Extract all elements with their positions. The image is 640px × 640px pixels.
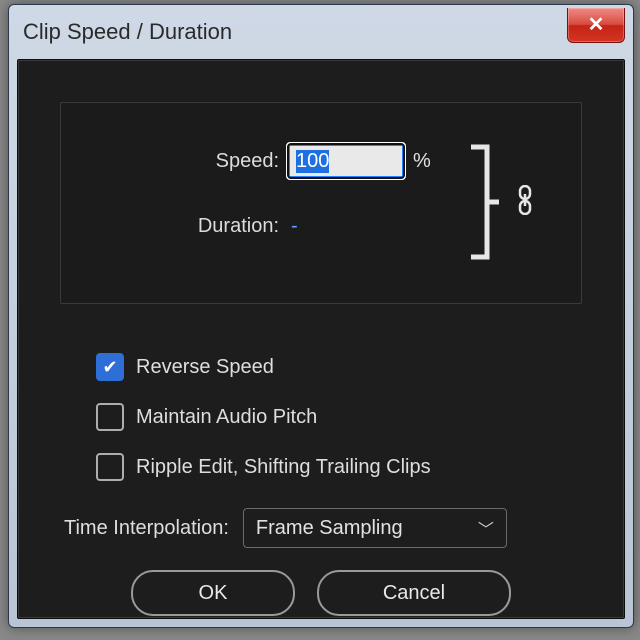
- time-interpolation-dropdown[interactable]: Frame Sampling ﹀: [243, 508, 507, 548]
- close-icon: ✕: [588, 12, 605, 37]
- ok-button[interactable]: OK: [131, 570, 295, 616]
- speed-label: Speed:: [173, 150, 279, 173]
- dialog-window: Clip Speed / Duration ✕ Speed: % Duratio…: [8, 4, 634, 628]
- maintain-pitch-label: Maintain Audio Pitch: [136, 406, 317, 429]
- reverse-speed-label: Reverse Speed: [136, 356, 274, 379]
- speed-unit: %: [413, 150, 431, 173]
- speed-input[interactable]: [287, 143, 405, 179]
- time-interpolation-row: Time Interpolation: Frame Sampling ﹀: [64, 508, 507, 548]
- chevron-down-icon: ﹀: [478, 516, 494, 540]
- check-icon: ✔: [102, 358, 117, 376]
- link-icon[interactable]: [517, 185, 533, 222]
- reverse-speed-row: ✔ Reverse Speed: [96, 342, 431, 392]
- dialog-body: Speed: % Duration: - ✔ Reverse Speed ✔: [17, 59, 625, 619]
- speed-row: Speed: %: [173, 143, 431, 179]
- maintain-pitch-checkbox[interactable]: ✔: [96, 403, 124, 431]
- dialog-title: Clip Speed / Duration: [23, 19, 232, 45]
- link-bracket-icon: [469, 143, 499, 261]
- ripple-edit-row: ✔ Ripple Edit, Shifting Trailing Clips: [96, 442, 431, 492]
- speed-duration-panel: Speed: % Duration: -: [60, 102, 582, 304]
- reverse-speed-checkbox[interactable]: ✔: [96, 353, 124, 381]
- time-interpolation-value: Frame Sampling: [256, 517, 403, 540]
- dialog-button-row: OK Cancel: [18, 570, 624, 616]
- duration-value: -: [291, 215, 298, 238]
- duration-label: Duration:: [153, 215, 279, 238]
- time-interpolation-label: Time Interpolation:: [64, 517, 229, 540]
- title-bar: Clip Speed / Duration ✕: [9, 5, 633, 59]
- duration-row: Duration: -: [153, 215, 298, 238]
- cancel-button[interactable]: Cancel: [317, 570, 511, 616]
- ripple-edit-checkbox[interactable]: ✔: [96, 453, 124, 481]
- maintain-pitch-row: ✔ Maintain Audio Pitch: [96, 392, 431, 442]
- ripple-edit-label: Ripple Edit, Shifting Trailing Clips: [136, 456, 431, 479]
- close-button[interactable]: ✕: [567, 8, 625, 43]
- checkbox-group: ✔ Reverse Speed ✔ Maintain Audio Pitch ✔…: [96, 342, 431, 492]
